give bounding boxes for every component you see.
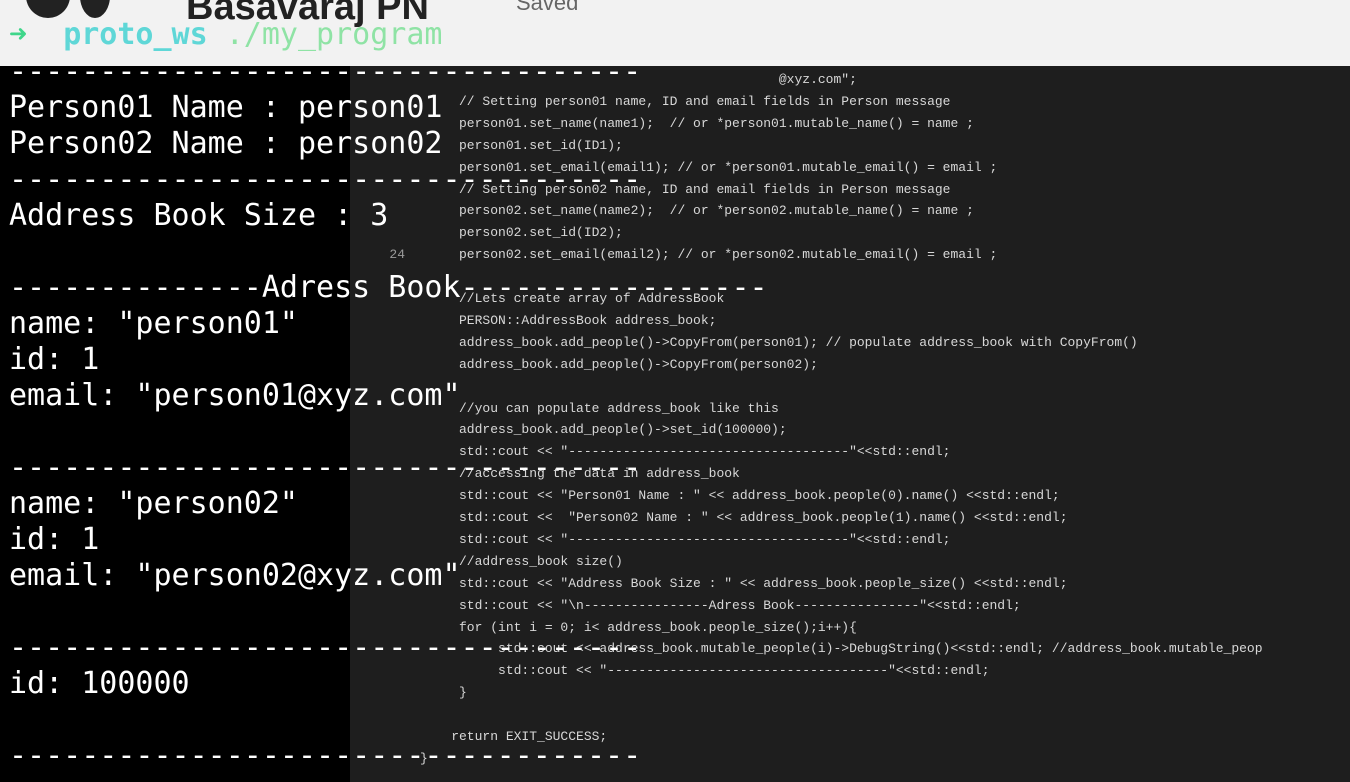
- separator-rule: -----------------------------------: [9, 54, 642, 89]
- entry1-email: email: "person01@xyz.com": [9, 378, 461, 413]
- prompt-command: ./my_program: [225, 17, 443, 52]
- separator-rule: -----------------------------------: [9, 450, 642, 485]
- entry1-id: id: 1: [9, 342, 100, 377]
- prompt-arrow-icon: ➜: [9, 17, 28, 52]
- person01-name-line: Person01 Name : person01: [9, 90, 443, 125]
- address-book-header: --------------Adress Book---------------…: [9, 270, 768, 305]
- entry2-name: name: "person02": [9, 486, 298, 521]
- entry2-id: id: 1: [9, 522, 100, 557]
- separator-rule: -----------------------------------: [9, 738, 642, 773]
- separator-rule: -----------------------------------: [9, 630, 642, 665]
- entry3-id: id: 100000: [9, 666, 190, 701]
- person02-name-line: Person02 Name : person02: [9, 126, 443, 161]
- terminal-output: ➜ proto_ws ./my_program ----------------…: [0, 0, 1350, 782]
- terminal-prompt: ➜ proto_ws ./my_program: [9, 15, 443, 55]
- entry1-name: name: "person01": [9, 306, 298, 341]
- prompt-directory: proto_ws: [63, 17, 208, 52]
- separator-rule: -----------------------------------: [9, 162, 642, 197]
- screen: Basavaraj PN Saved @xyz.com"; // Setting…: [0, 0, 1350, 782]
- book-size-line: Address Book Size : 3: [9, 198, 389, 233]
- entry2-email: email: "person02@xyz.com": [9, 558, 461, 593]
